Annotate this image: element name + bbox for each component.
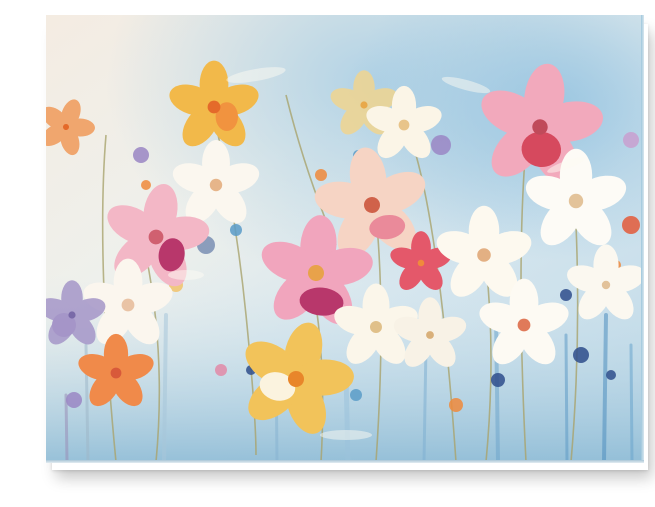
canvas-edge-right [641,15,644,462]
canvas-print [46,15,643,462]
canvas-edge-bottom [46,460,644,463]
product-stage [0,0,655,507]
flower-painting [46,15,643,462]
